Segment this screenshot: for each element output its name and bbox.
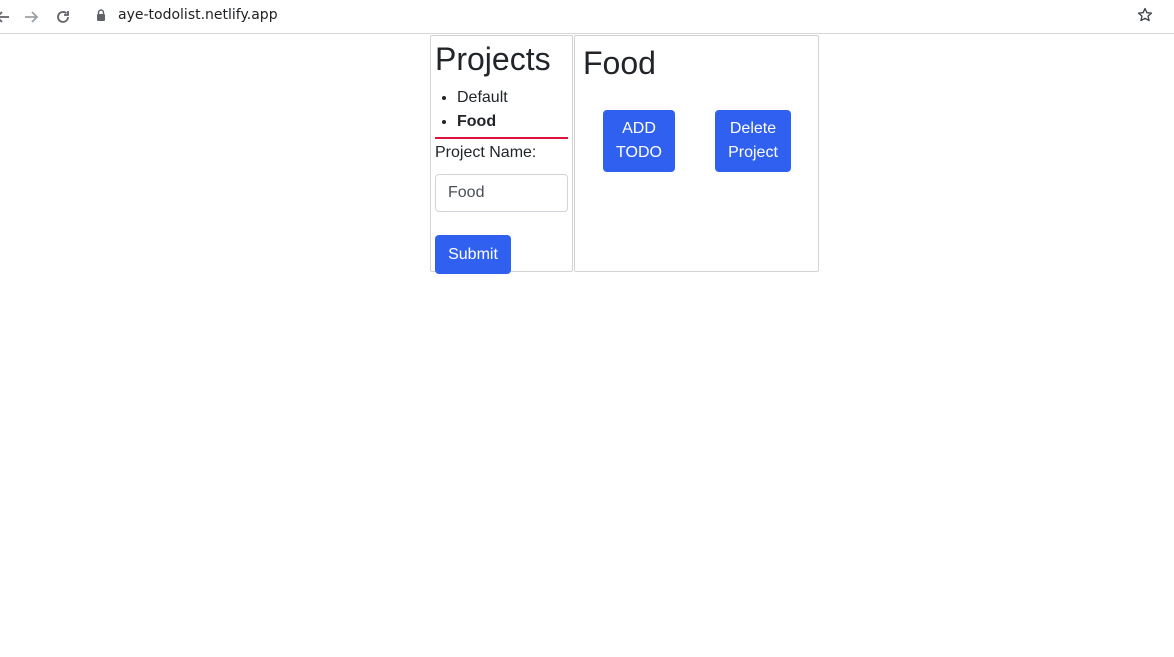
project-panel: Food ADD TODO Delete Project (574, 35, 819, 272)
forward-icon[interactable] (18, 4, 44, 30)
address-bar[interactable]: aye-todolist.netlify.app (86, 2, 1166, 28)
project-item-food[interactable]: Food (457, 110, 568, 134)
star-icon[interactable] (1134, 4, 1156, 26)
project-actions: ADD TODO Delete Project (603, 110, 791, 172)
project-item-default[interactable]: Default (457, 86, 568, 110)
sidebar-title: Projects (435, 41, 551, 77)
project-name-label: Project Name: (435, 144, 537, 161)
project-label: Food (457, 113, 497, 130)
lock-icon (94, 8, 108, 22)
browser-toolbar: aye-todolist.netlify.app (0, 0, 1174, 34)
project-title: Food (583, 45, 656, 81)
todo-app: Projects Default Food Project Name: Subm… (430, 35, 819, 274)
project-name-input[interactable] (435, 174, 568, 212)
delete-project-button[interactable]: Delete Project (715, 110, 791, 172)
divider (435, 137, 568, 139)
project-label: Default (457, 89, 508, 106)
projects-sidebar: Projects Default Food Project Name: Subm… (430, 35, 573, 274)
add-todo-button[interactable]: ADD TODO (603, 110, 675, 172)
url-text: aye-todolist.netlify.app (118, 7, 278, 23)
project-list: Default Food (435, 86, 568, 134)
back-icon[interactable] (0, 4, 16, 30)
reload-icon[interactable] (50, 4, 76, 30)
submit-button[interactable]: Submit (435, 235, 511, 274)
